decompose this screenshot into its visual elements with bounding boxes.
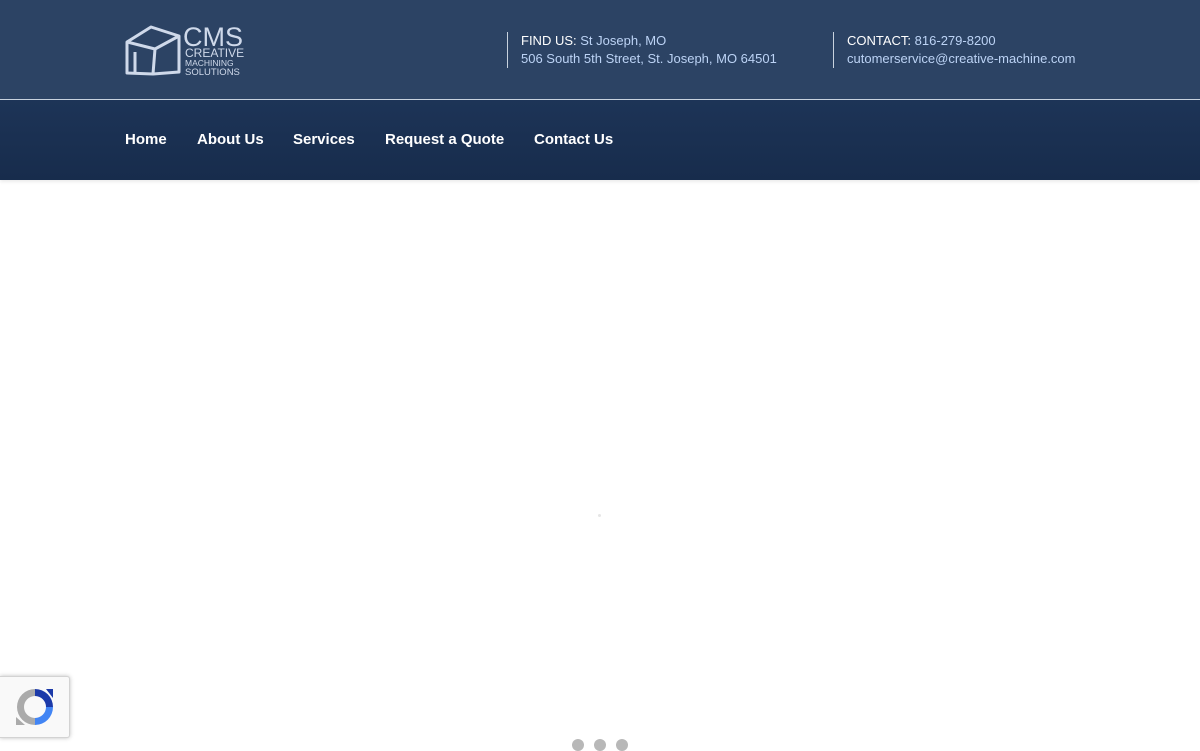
main-navigation: Home About Us Services Request a Quote C… — [0, 100, 1200, 180]
cms-box-logo-icon — [125, 25, 181, 76]
nav-item-contact-us[interactable]: Contact Us — [534, 130, 613, 150]
contact-phone-link[interactable]: 816-279-8200 — [915, 33, 996, 48]
nav-item-services[interactable]: Services — [293, 130, 355, 150]
nav-item-about-us[interactable]: About Us — [197, 130, 264, 150]
find-us-line: FIND US: St Joseph, MO — [521, 32, 777, 50]
nav-item-home[interactable]: Home — [125, 130, 167, 150]
contact-block: CONTACT: 816-279-8200 cutomerservice@cre… — [833, 32, 1076, 68]
contact-email-link[interactable]: cutomerservice@creative-machine.com — [847, 50, 1076, 68]
contact-line: CONTACT: 816-279-8200 — [847, 32, 1076, 50]
logo-line-solutions: SOLUTIONS — [185, 67, 240, 78]
loading-dots-icon — [572, 739, 632, 751]
site-header: CMS CREATIVE MACHINING SOLUTIONS FIND US… — [0, 0, 1200, 100]
find-us-block: FIND US: St Joseph, MO 506 South 5th Str… — [507, 32, 777, 68]
loader-dot — [616, 739, 628, 751]
logo-subtitle: CREATIVE MACHINING SOLUTIONS — [185, 47, 244, 78]
loader-dot — [572, 739, 584, 751]
contact-label: CONTACT: — [847, 33, 912, 48]
find-us-address: 506 South 5th Street, St. Joseph, MO 645… — [521, 51, 777, 66]
nav-item-request-quote[interactable]: Request a Quote — [385, 130, 504, 150]
find-us-city: St Joseph, MO — [580, 33, 667, 48]
recaptcha-icon — [16, 689, 53, 725]
site-logo[interactable]: CMS CREATIVE MACHINING SOLUTIONS — [125, 22, 250, 78]
loading-spinner-dot — [598, 514, 601, 517]
loader-dot — [594, 739, 606, 751]
find-us-label: FIND US: — [521, 33, 577, 48]
recaptcha-badge[interactable] — [0, 676, 70, 738]
